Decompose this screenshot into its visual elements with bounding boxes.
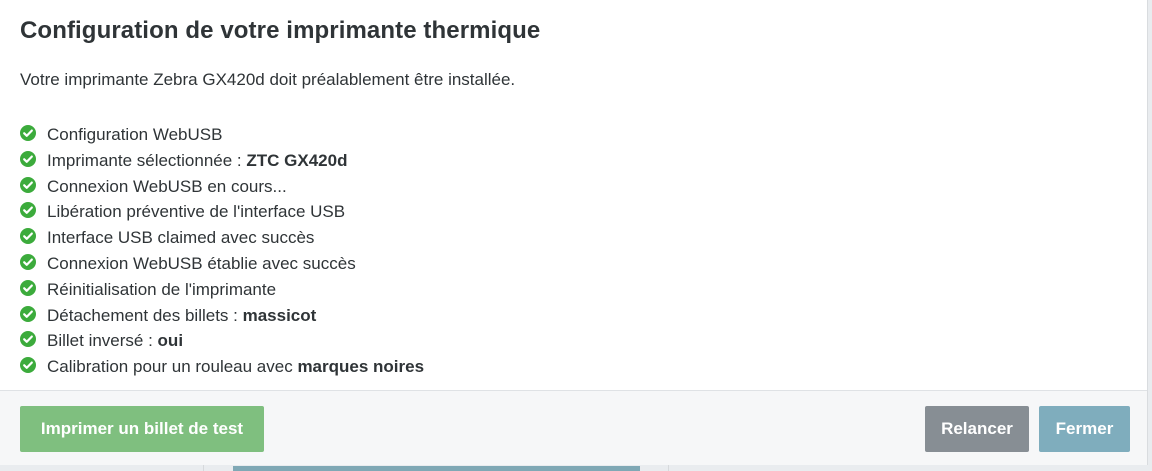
dialog-title: Configuration de votre imprimante thermi… <box>20 17 541 44</box>
step-label: Interface USB claimed avec succès <box>47 228 315 248</box>
step-label: Imprimante sélectionnée : <box>47 150 247 170</box>
setup-step: Réinitialisation de l'imprimante <box>20 279 424 305</box>
check-circle-icon <box>20 125 36 141</box>
print-test-ticket-button[interactable]: Imprimer un billet de test <box>20 406 264 452</box>
check-circle-icon <box>20 176 36 193</box>
step-value: ZTC GX420d <box>246 150 348 170</box>
step-label: Configuration WebUSB <box>47 125 223 144</box>
dialog-footer: Imprimer un billet de test Relancer Ferm… <box>0 390 1147 465</box>
setup-step: Configuration WebUSB <box>20 124 424 150</box>
step-label: Connexion WebUSB en cours... <box>47 176 287 196</box>
setup-step: Billet inversé : oui <box>20 330 424 356</box>
check-circle-icon <box>20 228 36 245</box>
step-value: massicot <box>242 305 317 325</box>
check-circle-icon <box>20 202 36 219</box>
step-label: Réinitialisation de l'imprimante <box>47 279 277 299</box>
setup-step: Imprimante sélectionnée : ZTC GX420d <box>20 150 424 176</box>
printer-setup-dialog: Configuration de votre imprimante thermi… <box>0 0 1148 465</box>
setup-step: Libération préventive de l'interface USB <box>20 201 424 227</box>
step-label: Libération préventive de l'interface USB <box>47 202 346 222</box>
setup-step: Connexion WebUSB en cours... <box>20 176 424 202</box>
setup-step: Calibration pour un rouleau avec marques… <box>20 356 424 382</box>
setup-steps-list: Configuration WebUSB Imprimante sélectio… <box>20 124 424 382</box>
check-circle-icon <box>20 253 36 270</box>
step-label: Connexion WebUSB établie avec succès <box>47 253 356 273</box>
setup-step: Interface USB claimed avec succès <box>20 227 424 253</box>
step-label: Détachement des billets : <box>47 305 243 325</box>
check-circle-icon <box>20 331 36 348</box>
setup-step: Détachement des billets : massicot <box>20 305 424 331</box>
dialog-intro-text: Votre imprimante Zebra GX420d doit préal… <box>20 70 516 89</box>
check-circle-icon <box>20 305 36 322</box>
step-value: marques noires <box>297 357 425 377</box>
step-label: Calibration pour un rouleau avec <box>47 357 298 377</box>
setup-step: Connexion WebUSB établie avec succès <box>20 253 424 279</box>
step-value: oui <box>157 331 184 351</box>
close-button[interactable]: Fermer <box>1039 406 1130 452</box>
check-circle-icon <box>20 357 36 374</box>
backdrop-progress-bar <box>233 466 640 471</box>
check-circle-icon <box>20 279 36 296</box>
retry-button[interactable]: Relancer <box>925 406 1029 452</box>
step-label: Billet inversé : <box>47 331 158 351</box>
check-circle-icon <box>20 150 36 167</box>
